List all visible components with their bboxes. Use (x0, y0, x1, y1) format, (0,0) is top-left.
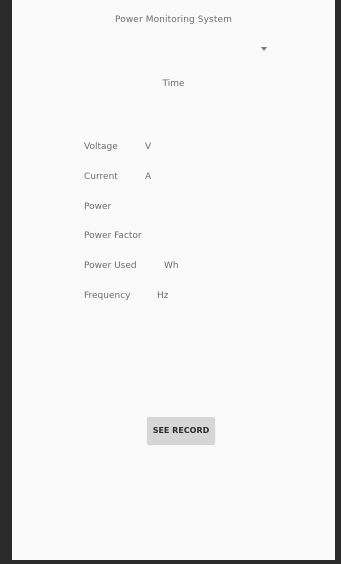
voltage-label: Voltage (84, 142, 118, 152)
page-title: Power Monitoring System (115, 15, 232, 25)
device-frame: Power Monitoring System Time Voltage V C… (0, 0, 341, 564)
frequency-row: Frequency Hz (84, 291, 169, 301)
power-row: Power (84, 202, 111, 212)
see-record-button[interactable]: SEE RECORD (147, 417, 215, 444)
dropdown-arrow-icon (261, 47, 267, 51)
current-unit: A (145, 172, 152, 182)
frequency-label: Frequency (84, 291, 131, 301)
power-used-unit: Wh (164, 261, 179, 271)
power-factor-row: Power Factor (84, 231, 142, 241)
time-dropdown[interactable] (242, 40, 282, 62)
power-used-label: Power Used (84, 261, 137, 271)
frequency-unit: Hz (157, 291, 169, 301)
app-screen: Power Monitoring System Time Voltage V C… (12, 0, 335, 560)
power-used-row: Power Used Wh (84, 261, 179, 271)
time-label: Time (162, 79, 185, 89)
current-row: Current A (84, 172, 151, 182)
power-factor-label: Power Factor (84, 231, 142, 241)
current-label: Current (84, 172, 118, 182)
power-label: Power (84, 202, 112, 212)
voltage-row: Voltage V (84, 142, 151, 152)
voltage-unit: V (145, 142, 152, 152)
